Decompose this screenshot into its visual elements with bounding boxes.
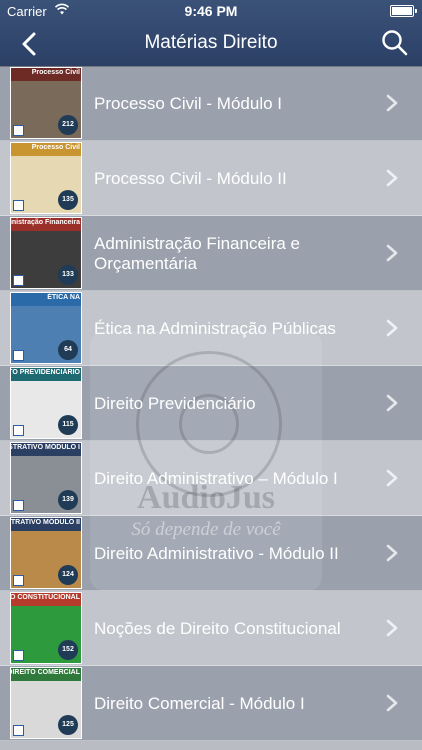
thumbnail-title: DIREITO CONSTITUCIONAL [10, 594, 80, 601]
navigation-bar: Matérias Direito [0, 22, 422, 66]
course-thumbnail: DIREITO ADMINISTRATIVO MÓDULO I 139 [10, 442, 82, 514]
logo-icon [13, 275, 24, 286]
logo-icon [13, 425, 24, 436]
list-item-text: Ética na Administração Públicas [94, 318, 336, 338]
thumbnail-band: DIREITO ADMINISTRATIVO MÓDULO I [11, 443, 81, 456]
lesson-count-badge: 133 [58, 265, 78, 285]
thumbnail-title: ÉTICA NA [47, 294, 80, 301]
list-item-label: Processo Civil - Módulo II [94, 141, 374, 216]
chevron-right-icon [386, 169, 398, 187]
list-item[interactable]: DIREITO COMERCIAL 125 Direito Comercial … [0, 666, 422, 741]
status-bar: Carrier 9:46 PM [0, 0, 422, 22]
course-thumbnail: Administração Financeira 133 [10, 217, 82, 289]
top-bar: Carrier 9:46 PM Matérias Direito [0, 0, 422, 66]
logo-icon [13, 650, 24, 661]
logo-icon [13, 350, 24, 361]
lesson-count-badge: 135 [58, 190, 78, 210]
chevron-right-icon [386, 619, 398, 637]
chevron-right-icon [386, 694, 398, 712]
list-item[interactable]: Administração Financeira 133 Administraç… [0, 216, 422, 291]
list-item-label: Administração Financeira e Orçamentária [94, 216, 374, 291]
chevron-right-icon [386, 544, 398, 562]
lesson-count-badge: 152 [58, 640, 78, 660]
course-thumbnail: DIREITO CONSTITUCIONAL 152 [10, 592, 82, 664]
course-thumbnail: DIREITO COMERCIAL 125 [10, 667, 82, 739]
thumbnail-title: Processo Civil [31, 144, 80, 151]
course-thumbnail: Processo Civil 135 [10, 142, 82, 214]
list-item-label: Processo Civil - Módulo I [94, 66, 374, 141]
thumbnail-band: Administração Financeira [10, 218, 81, 231]
list-item-label: Direito Administrativo - Módulo II [94, 516, 374, 591]
battery-icon [390, 5, 417, 17]
thumbnail-band: DIREITO ADMINISTRATIVO MÓDULO II [10, 518, 81, 531]
thumbnail-band: DIREITO PREVIDENCIÁRIO [11, 368, 81, 381]
lesson-count-badge: 125 [58, 715, 78, 735]
logo-icon [13, 575, 24, 586]
list-item-text: Direito Administrativo – Módulo I [94, 468, 338, 488]
thumbnail-band: DIREITO COMERCIAL [10, 668, 81, 681]
list-item[interactable]: Processo Civil 212 Processo Civil - Módu… [0, 66, 422, 141]
chevron-right-icon [386, 319, 398, 337]
thumbnail-band: ÉTICA NA [11, 293, 81, 306]
course-thumbnail: ÉTICA NA 64 [10, 292, 82, 364]
course-thumbnail: Processo Civil 212 [10, 67, 82, 139]
list-item-text: Direito Comercial - Módulo I [94, 693, 305, 713]
logo-icon [13, 125, 24, 136]
page-title: Matérias Direito [144, 32, 278, 53]
list-item[interactable]: DIREITO PREVIDENCIÁRIO 115 Direito Previ… [0, 366, 422, 441]
list-item[interactable]: DIREITO ADMINISTRATIVO MÓDULO I 139 Dire… [0, 441, 422, 516]
thumbnail-title: Processo Civil [31, 69, 80, 76]
list-item-text: Direito Administrativo - Módulo II [94, 543, 339, 563]
thumbnail-band: Processo Civil [11, 143, 81, 156]
list-item[interactable]: Processo Civil 135 Processo Civil - Módu… [0, 141, 422, 216]
list-item-label: Noções de Direito Constitucional [94, 591, 374, 666]
thumbnail-title: Administração Financeira [10, 219, 80, 226]
lesson-count-badge: 139 [58, 490, 78, 510]
list-item[interactable]: ÉTICA NA 64 Ética na Administração Públi… [0, 291, 422, 366]
search-icon[interactable] [380, 28, 410, 58]
list-item-text: Direito Previdenciário [94, 393, 256, 413]
list-item-text: Processo Civil - Módulo I [94, 93, 283, 113]
list-item[interactable]: DIREITO CONSTITUCIONAL 152 Noções de Dir… [0, 591, 422, 666]
thumbnail-title: DIREITO ADMINISTRATIVO MÓDULO I [11, 444, 80, 451]
list-item-label: Direito Comercial - Módulo I [94, 666, 374, 741]
thumbnail-title: DIREITO PREVIDENCIÁRIO [11, 369, 80, 376]
list-item-label: Direito Previdenciário [94, 366, 374, 441]
list-item-label: Ética na Administração Públicas [94, 291, 374, 366]
thumbnail-title: DIREITO ADMINISTRATIVO MÓDULO II [10, 519, 80, 526]
list-item[interactable]: DIREITO ADMINISTRATIVO MÓDULO II 124 Dir… [0, 516, 422, 591]
logo-icon [13, 500, 24, 511]
lesson-count-badge: 115 [58, 415, 78, 435]
thumbnail-title: DIREITO COMERCIAL [10, 669, 80, 676]
logo-icon [13, 725, 24, 736]
list-item-text: Noções de Direito Constitucional [94, 618, 341, 638]
list-item-label: Direito Administrativo – Módulo I [94, 441, 374, 516]
lesson-count-badge: 124 [58, 565, 78, 585]
list-item-text: Administração Financeira e Orçamentária [94, 233, 300, 273]
thumbnail-band: DIREITO CONSTITUCIONAL [10, 593, 81, 606]
chevron-right-icon [386, 94, 398, 112]
status-time: 9:46 PM [184, 3, 238, 19]
course-thumbnail: DIREITO PREVIDENCIÁRIO 115 [10, 367, 82, 439]
course-thumbnail: DIREITO ADMINISTRATIVO MÓDULO II 124 [10, 517, 82, 589]
chevron-right-icon [386, 244, 398, 262]
chevron-right-icon [386, 394, 398, 412]
subjects-list[interactable]: AudioJus Só depende de você Processo Civ… [0, 66, 422, 750]
chevron-right-icon [386, 469, 398, 487]
thumbnail-band: Processo Civil [11, 68, 81, 81]
logo-icon [13, 200, 24, 211]
lesson-count-badge: 212 [58, 115, 78, 135]
lesson-count-badge: 64 [58, 340, 78, 360]
list-item-text: Processo Civil - Módulo II [94, 168, 287, 188]
